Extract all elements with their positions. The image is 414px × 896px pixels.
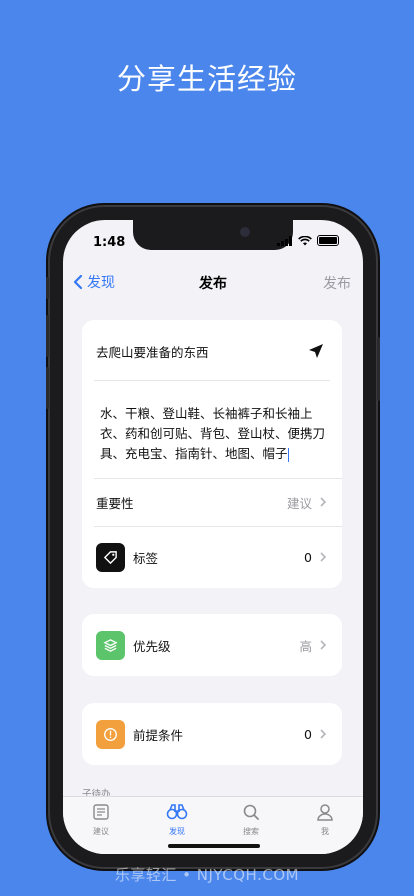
- post-body-text: 水、干粮、登山鞋、长袖裤子和长袖上衣、药和创可贴、背包、登山杖、便携刀具、充电宝…: [100, 406, 326, 461]
- priority-row[interactable]: 优先级 高: [82, 614, 342, 676]
- post-title-input[interactable]: 去爬山要准备的东西: [96, 342, 209, 361]
- volume-down-button: [46, 367, 49, 409]
- person-icon: [317, 804, 333, 821]
- tags-row[interactable]: 标签 0: [82, 526, 342, 588]
- publish-button[interactable]: 发布: [323, 273, 351, 293]
- tab-discover[interactable]: 发现: [147, 803, 207, 837]
- tab-label: 搜索: [243, 827, 259, 836]
- camera: [240, 227, 250, 237]
- priority-value: 高: [299, 638, 312, 654]
- volume-up-button: [46, 315, 49, 357]
- home-indicator: [168, 844, 260, 848]
- navigation-bar: 发现 发布 发布: [63, 260, 363, 304]
- tab-label: 建议: [93, 827, 109, 836]
- prerequisite-value: 0: [304, 726, 312, 742]
- tab-suggestions[interactable]: 建议: [71, 803, 131, 837]
- importance-label: 重要性: [96, 495, 134, 511]
- tab-label: 发现: [169, 827, 185, 836]
- page-title: 发布: [199, 276, 227, 292]
- binoculars-icon: [166, 804, 188, 820]
- tab-search[interactable]: 搜索: [221, 803, 281, 837]
- post-card: 去爬山要准备的东西 水、干粮、登山鞋、长袖裤子和长袖上衣、药和创可贴、背包、登山…: [82, 320, 342, 588]
- priority-card: 优先级 高: [82, 614, 342, 676]
- phone-screen: 1:48 发现 发布 发布 去爬山要准备的东西 水、干粮、登山鞋、长袖裤子和长袖…: [63, 220, 363, 854]
- tab-label: 我: [321, 827, 329, 836]
- search-icon: [243, 804, 259, 820]
- priority-label: 优先级: [133, 638, 171, 654]
- text-cursor: [287, 447, 290, 462]
- prerequisite-card: 前提条件 0: [82, 703, 342, 765]
- document-icon: [93, 804, 109, 820]
- layers-icon: [96, 630, 125, 660]
- wifi-icon: [298, 235, 312, 245]
- chevron-right-icon: [320, 497, 327, 507]
- notch: [133, 220, 293, 250]
- prerequisite-row[interactable]: 前提条件 0: [82, 703, 342, 765]
- chevron-right-icon: [320, 640, 327, 650]
- tab-me[interactable]: 我: [295, 803, 355, 837]
- importance-row[interactable]: 重要性 建议: [82, 478, 342, 526]
- watermark: 乐享轻汇 • NJYCQH.COM: [114, 866, 300, 884]
- tags-label: 标签: [133, 550, 159, 566]
- send-icon[interactable]: [308, 343, 324, 359]
- info-icon: [96, 719, 125, 749]
- battery-icon: [317, 235, 339, 246]
- phone-frame: 1:48 发现 发布 发布 去爬山要准备的东西 水、干粮、登山鞋、长袖裤子和长袖…: [46, 207, 380, 867]
- status-time: 1:48: [93, 235, 126, 250]
- prerequisite-label: 前提条件: [133, 727, 184, 743]
- post-body-textarea[interactable]: 水、干粮、登山鞋、长袖裤子和长袖上衣、药和创可贴、背包、登山杖、便携刀具、充电宝…: [100, 404, 326, 464]
- tag-icon: [96, 542, 125, 572]
- status-icons: [277, 235, 339, 246]
- power-button: [377, 337, 380, 401]
- tags-value: 0: [304, 549, 312, 565]
- importance-value: 建议: [286, 495, 312, 511]
- signal-icon: [277, 235, 292, 246]
- chevron-right-icon: [320, 552, 327, 562]
- mute-switch: [46, 277, 49, 299]
- chevron-right-icon: [320, 729, 327, 739]
- promo-headline: 分享生活经验: [116, 62, 297, 96]
- tab-bar: 建议 发现 搜索 我: [63, 796, 363, 854]
